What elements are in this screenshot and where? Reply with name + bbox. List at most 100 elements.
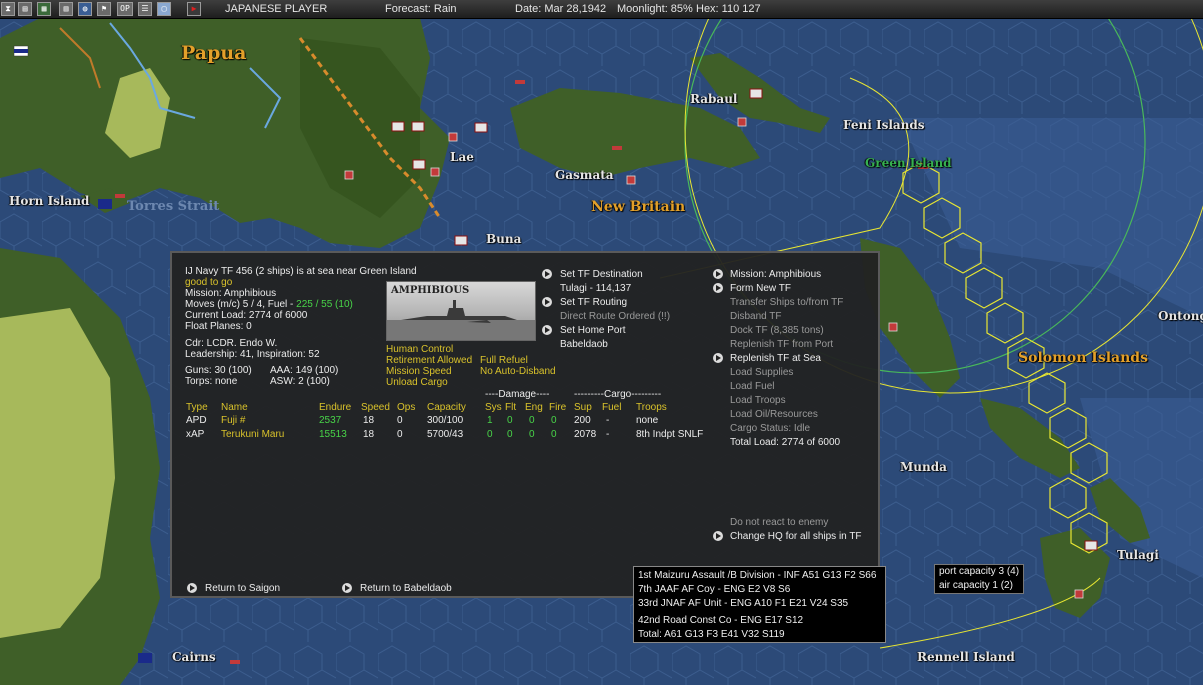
load-oil-button[interactable]: Load Oil/Resources [730,409,818,421]
map-label-rabaul[interactable]: Rabaul [690,92,737,106]
col-speed: Speed [361,402,390,413]
col-troops: Troops [636,402,667,413]
ship-name-link[interactable]: Terukuni Maru [221,429,284,441]
port-capacity: port capacity 3 (4) [939,566,1020,577]
map-label-rennell-island[interactable]: Rennell Island [917,650,1015,664]
flag-icon[interactable]: ⚑ [97,2,111,16]
task-force-panel: IJ Navy TF 456 (2 ships) is at sea near … [170,251,880,598]
unload-cargo-toggle[interactable]: Unload Cargo [386,377,448,389]
mission-arrow-icon[interactable] [713,269,723,279]
row-eng: 0 [529,429,535,440]
hourglass-icon[interactable]: ⧗ [1,2,15,16]
replenish-sea-arrow-icon[interactable] [713,353,723,363]
unit-total-row: Total: A61 G13 F3 E41 V32 S119 [638,629,785,640]
col-flt: Flt [505,402,517,413]
set-destination-arrow-icon[interactable] [542,269,552,279]
row-ops: 0 [397,415,403,426]
unit-row: 33rd JNAF AF Unit - ENG A10 F1 E21 V24 S… [638,598,849,609]
play-icon[interactable]: ▶ [187,2,201,16]
list-icon[interactable]: ☰ [138,2,152,16]
map-label-horn-island[interactable]: Horn Island [9,194,89,208]
map-label-solomon-islands: Solomon Islands [1018,350,1148,366]
ship-class-photo: AMPHIBIOUS [386,281,536,341]
auto-disband-toggle[interactable]: No Auto-Disband [480,366,556,378]
row-sys: 0 [487,429,493,440]
set-home-port-arrow-icon[interactable] [542,325,552,335]
set-routing-arrow-icon[interactable] [542,297,552,307]
row-ops: 0 [397,429,403,440]
hex-label: Hex: 110 127 [696,3,761,15]
row-type: xAP [186,429,205,440]
ops-icon[interactable]: OP [117,2,133,16]
dock-tf-button[interactable]: Dock TF (8,385 tons) [730,325,824,337]
col-name: Name [221,402,248,413]
row-fire: 0 [551,429,557,440]
load-fuel-button[interactable]: Load Fuel [730,381,774,393]
destination-value: Tulagi - 114,137 [560,283,632,294]
row-endure: 2537 [319,415,342,426]
direct-route-status: Direct Route Ordered (!!) [560,311,671,322]
chart-icon[interactable]: ▥ [59,2,73,16]
total-load: Total Load: 2774 of 6000 [730,437,841,448]
map-label-tulagi[interactable]: Tulagi [1117,548,1159,562]
return-babeldaob-button[interactable]: Return to Babeldaob [360,583,452,595]
row-speed: 18 [363,415,375,426]
map-icon[interactable]: ▦ [37,2,51,16]
window-icon[interactable]: ▢ [157,2,171,16]
row-eng: 0 [529,415,535,426]
damage-header: ----Damage---- [485,389,550,400]
set-destination-button[interactable]: Set TF Destination [560,269,643,281]
col-sys: Sys [485,402,502,413]
date-label: Date: Mar 28,1942 [515,3,607,15]
transfer-ships-button[interactable]: Transfer Ships to/from TF [730,297,843,309]
asw-stat: ASW: 2 (100) [270,376,330,387]
row-type: APD [186,415,207,426]
row-fire: 0 [551,415,557,426]
change-hq-arrow-icon[interactable] [713,531,723,541]
tf-float-planes: Float Planes: 0 [185,321,252,332]
map-label-green-island[interactable]: Green Island [865,156,952,170]
row-speed: 18 [363,429,375,440]
map-label-gasmata[interactable]: Gasmata [555,168,614,182]
change-hq-button[interactable]: Change HQ for all ships in TF [730,531,862,543]
map-label-munda[interactable]: Munda [900,460,947,474]
row-flt: 0 [507,429,513,440]
map-label-feni-islands[interactable]: Feni Islands [843,118,925,132]
row-capacity: 300/100 [427,415,464,426]
map-label-buna[interactable]: Buna [486,232,521,246]
form-new-tf-button[interactable]: Form New TF [730,283,791,295]
load-supplies-button[interactable]: Load Supplies [730,367,793,379]
return-saigon-arrow-icon[interactable] [187,583,197,593]
mission-button[interactable]: Mission: Amphibious [730,269,821,281]
col-eng: Eng [525,402,543,413]
col-endure: Endure [319,402,352,413]
col-fire: Fire [549,402,567,413]
map-label-lae[interactable]: Lae [450,150,474,164]
map-label-ontong[interactable]: Ontong [1158,309,1203,323]
no-react-toggle[interactable]: Do not react to enemy [730,517,828,529]
top-toolbar: ⧗ ▤ ▦ ▥ ◍ ⚑ OP ☰ ▢ ▶ JAPANESE PLAYER For… [0,0,1203,19]
row-capacity: 5700/43 [427,429,464,440]
form-new-tf-arrow-icon[interactable] [713,283,723,293]
replenish-port-button[interactable]: Replenish TF from Port [730,339,833,351]
ship-name-link[interactable]: Fuji # [221,415,245,427]
replenish-sea-button[interactable]: Replenish TF at Sea [730,353,821,365]
row-sup: 200 [574,415,591,426]
map-label-cairns[interactable]: Cairns [172,650,216,664]
return-saigon-button[interactable]: Return to Saigon [205,583,280,595]
set-home-port-button[interactable]: Set Home Port [560,325,626,337]
col-sup: Sup [574,402,592,413]
map-label-torres-strait: Torres Strait [127,199,220,214]
set-routing-button[interactable]: Set TF Routing [560,297,627,309]
unit-row: 1st Maizuru Assault /B Division - INF A5… [638,570,877,581]
globe-icon[interactable]: ◍ [78,2,92,16]
col-capacity: Capacity [427,402,466,413]
load-troops-button[interactable]: Load Troops [730,395,786,407]
port-capacity-info: port capacity 3 (4) air capacity 1 (2) [934,564,1024,594]
forecast-label: Forecast: Rain [385,3,457,15]
commander-stats: Leadership: 41, Inspiration: 52 [185,349,320,360]
save-icon[interactable]: ▤ [18,2,32,16]
cargo-status: Cargo Status: Idle [730,423,811,434]
disband-tf-button[interactable]: Disband TF [730,311,782,323]
return-babeldaob-arrow-icon[interactable] [342,583,352,593]
